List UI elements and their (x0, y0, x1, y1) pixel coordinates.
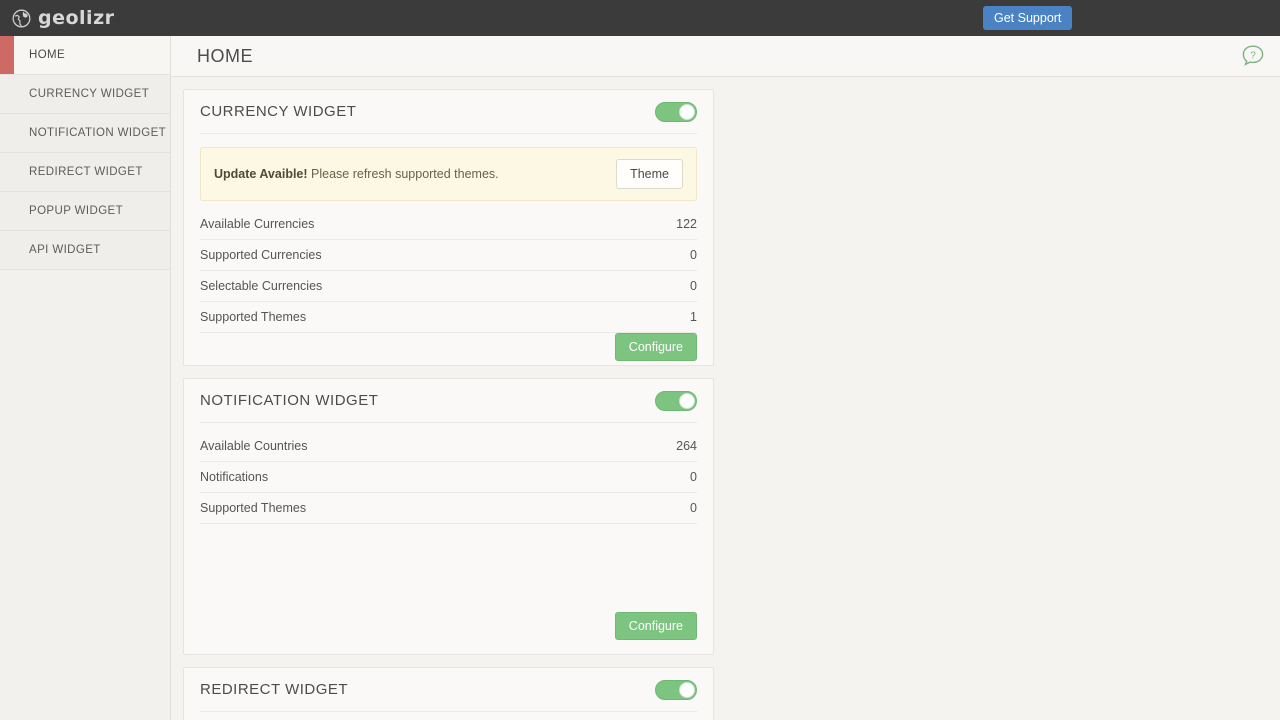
card-header: NOTIFICATION WIDGET (200, 379, 697, 423)
toggle-knob (679, 103, 695, 120)
toggle-knob (679, 681, 695, 698)
configure-button[interactable]: Configure (614, 333, 697, 361)
stat-value: 264 (676, 439, 697, 453)
top-bar: geolizr Get Support (0, 0, 1280, 36)
stat-value: 0 (690, 470, 697, 484)
sidebar-item-notification-widget[interactable]: NOTIFICATION WIDGET (0, 114, 170, 153)
sidebar-item-label: NOTIFICATION WIDGET (29, 127, 167, 139)
globe-icon (12, 9, 31, 27)
alert-body-text: Please refresh supported themes. (307, 167, 499, 181)
sidebar-item-home[interactable]: HOME (0, 36, 170, 75)
brand-name: geolizr (38, 6, 115, 29)
stats-list: Available Countries 264 Redirects 0 Supp… (200, 712, 697, 720)
stat-value: 0 (690, 279, 697, 293)
sidebar-item-currency-widget[interactable]: CURRENCY WIDGET (0, 75, 170, 114)
stat-value: 1 (690, 310, 697, 324)
alert-strong-text: Update Avaible! (214, 167, 308, 181)
stat-row: Available Countries 264 (200, 431, 697, 462)
sidebar-item-label: API WIDGET (29, 244, 101, 256)
stat-value: 0 (690, 248, 697, 262)
stat-label: Notifications (200, 470, 269, 484)
get-support-button[interactable]: Get Support (983, 6, 1073, 30)
stat-label: Supported Themes (200, 501, 307, 515)
card-title: NOTIFICATION WIDGET (200, 392, 379, 409)
sidebar-item-label: HOME (29, 49, 66, 61)
configure-button[interactable]: Configure (614, 612, 697, 640)
stat-label: Available Currencies (200, 217, 315, 231)
brand-logo[interactable]: geolizr (12, 6, 115, 29)
page-title: HOME (197, 45, 253, 66)
card-header: REDIRECT WIDGET (200, 668, 697, 712)
stat-label: Selectable Currencies (200, 279, 323, 293)
notification-widget-toggle[interactable] (655, 390, 697, 411)
stat-row: Notifications 0 (200, 462, 697, 493)
svg-text:?: ? (1250, 51, 1256, 62)
stats-list: Available Currencies 122 Supported Curre… (200, 201, 697, 333)
stat-row: Supported Currencies 0 (200, 240, 697, 271)
sidebar: HOME CURRENCY WIDGET NOTIFICATION WIDGET… (0, 36, 171, 720)
theme-button[interactable]: Theme (616, 159, 683, 189)
sidebar-item-label: REDIRECT WIDGET (29, 166, 143, 178)
currency-widget-toggle[interactable] (655, 101, 697, 122)
stat-label: Supported Themes (200, 310, 307, 324)
stat-row: Supported Themes 1 (200, 302, 697, 333)
card-title: CURRENCY WIDGET (200, 103, 357, 120)
dashboard-grid: CURRENCY WIDGET Update Avaible! Please r… (171, 77, 1280, 720)
stat-row: Selectable Currencies 0 (200, 271, 697, 302)
card-redirect-widget: REDIRECT WIDGET Available Countries 264 … (183, 667, 714, 720)
card-notification-widget: NOTIFICATION WIDGET Available Countries … (183, 378, 714, 655)
stats-list: Available Countries 264 Notifications 0 … (200, 423, 697, 524)
sidebar-item-redirect-widget[interactable]: REDIRECT WIDGET (0, 153, 170, 192)
app-shell: HOME CURRENCY WIDGET NOTIFICATION WIDGET… (0, 36, 1280, 720)
stat-value: 0 (690, 501, 697, 515)
update-alert-banner: Update Avaible! Please refresh supported… (200, 147, 697, 201)
toggle-knob (679, 392, 695, 409)
card-footer: Configure (200, 333, 697, 375)
question-bubble-icon[interactable]: ? (1240, 43, 1266, 69)
stat-value: 122 (676, 217, 697, 231)
card-title: REDIRECT WIDGET (200, 681, 349, 698)
card-footer: Configure (200, 612, 697, 654)
sidebar-item-label: CURRENCY WIDGET (29, 88, 150, 100)
stat-label: Supported Currencies (200, 248, 322, 262)
redirect-widget-toggle[interactable] (655, 679, 697, 700)
stat-row: Available Currencies 122 (200, 209, 697, 240)
sidebar-item-popup-widget[interactable]: POPUP WIDGET (0, 192, 170, 231)
sidebar-item-api-widget[interactable]: API WIDGET (0, 231, 170, 270)
page-header: HOME ? (171, 36, 1280, 77)
card-header: CURRENCY WIDGET (200, 90, 697, 134)
main-content: HOME ? CURRENCY WIDGET Update Avaible! P… (171, 36, 1280, 720)
stat-row: Supported Themes 0 (200, 493, 697, 524)
card-currency-widget: CURRENCY WIDGET Update Avaible! Please r… (183, 89, 714, 366)
alert-message: Update Avaible! Please refresh supported… (214, 167, 499, 181)
stat-label: Available Countries (200, 439, 308, 453)
sidebar-item-label: POPUP WIDGET (29, 205, 124, 217)
